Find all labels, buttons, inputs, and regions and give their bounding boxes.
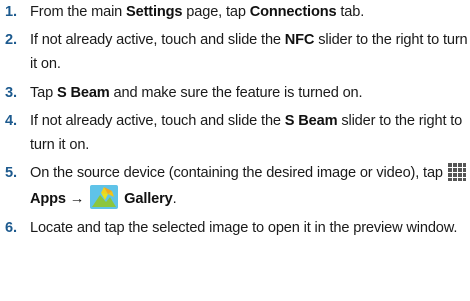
s-beam-label: S Beam [56,84,110,101]
gallery-icon [90,185,119,210]
apps-label: Apps [30,191,66,208]
step-text: If not already active, touch and slide t… [30,112,285,129]
nfc-label: NFC [284,32,315,49]
step-text: . [172,191,177,208]
step-text: page, tap [182,4,250,20]
instruction-document: 1. From the main Settings page, tap Conn… [0,0,470,301]
step-text: On the source device (containing the des… [30,165,447,182]
step-text: Locate and tap the selected image to ope… [30,219,458,236]
step-number: 2. [5,32,17,49]
arrow-right-icon: → [69,191,85,208]
s-beam-label: S Beam [284,112,338,129]
step-text: Tap [30,84,57,101]
step-text: If not already active, touch and slide t… [30,32,285,49]
step-2: 2. If not already active, touch and slid… [0,28,470,76]
step-text: and make sure the feature is turned on. [109,84,363,101]
step-text: From the main [30,4,127,20]
step-text: tab. [336,4,365,20]
step-1: 1. From the main Settings page, tap Conn… [0,0,470,24]
step-number: 3. [5,84,17,101]
step-number: 4. [5,112,17,129]
step-4: 4. If not already active, touch and slid… [0,109,470,157]
settings-label: Settings [126,4,183,20]
step-number: 5. [5,165,17,182]
steps-list: 1. From the main Settings page, tap Conn… [0,0,470,240]
step-6: 6. Locate and tap the selected image to … [0,216,470,240]
apps-grid-icon [447,163,466,182]
gallery-label: Gallery [124,191,173,208]
step-number: 1. [5,4,17,20]
step-number: 6. [5,219,17,236]
step-5: 5. On the source device (containing the … [0,161,470,211]
step-3: 3. Tap S Beam and make sure the feature … [0,81,470,105]
connections-label: Connections [249,4,337,20]
